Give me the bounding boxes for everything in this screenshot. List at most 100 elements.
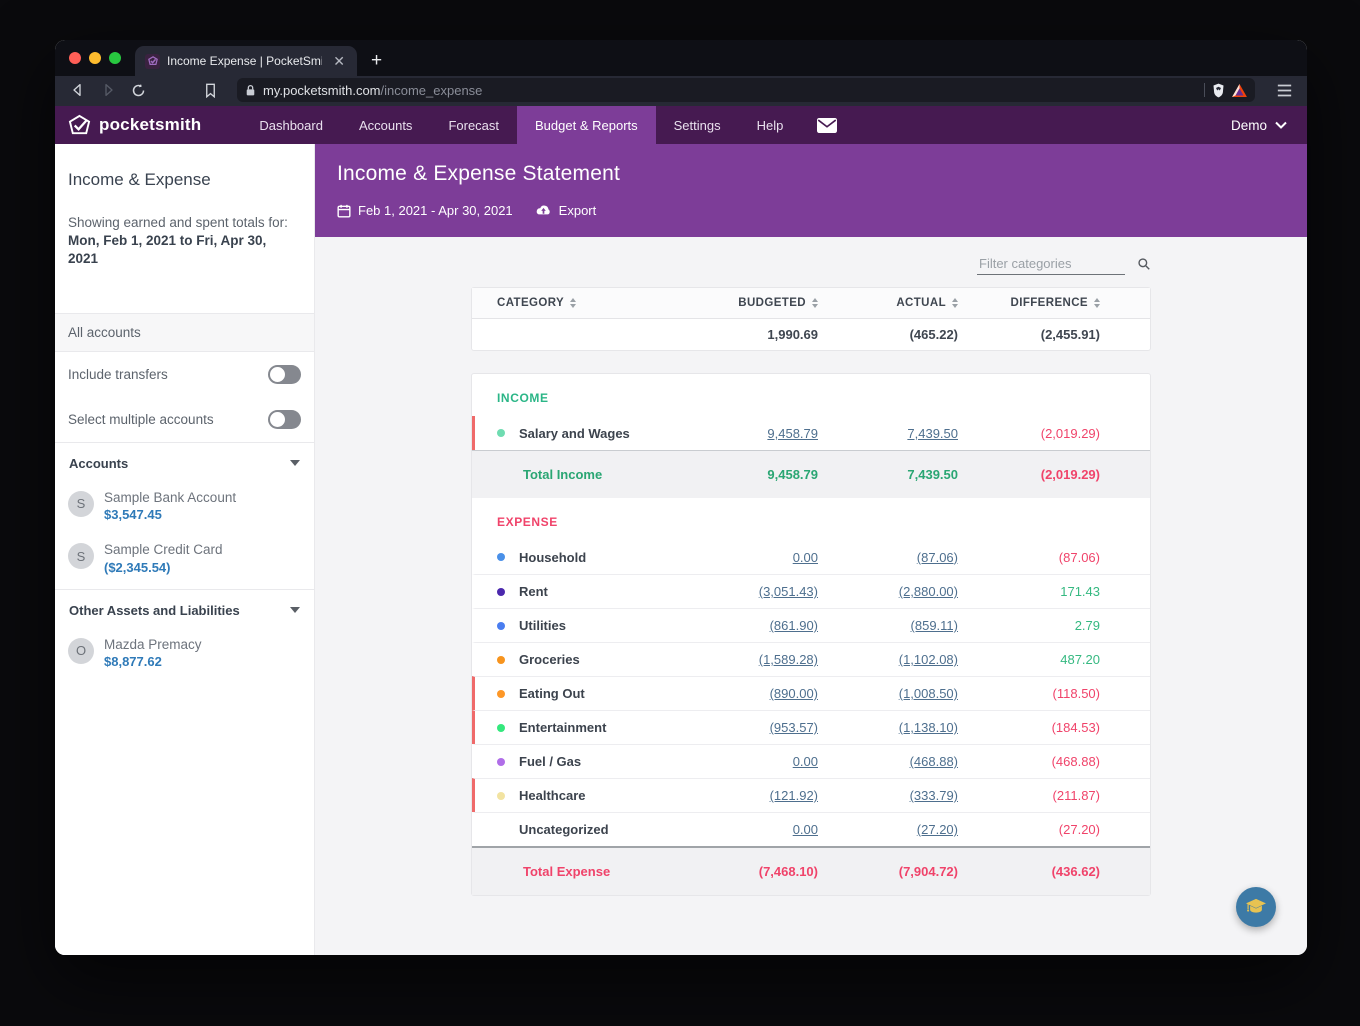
- category-row[interactable]: Rent (3,051.43) (2,880.00) 171.43: [472, 574, 1150, 608]
- close-window-button[interactable]: [69, 52, 81, 64]
- learn-fab-button[interactable]: [1236, 887, 1276, 927]
- budgeted-value-link[interactable]: 0.00: [793, 754, 818, 769]
- category-color-dot: [497, 621, 505, 630]
- category-color-dot: [497, 791, 505, 800]
- reload-icon[interactable]: [125, 79, 151, 101]
- total-expense-budgeted: (7,468.10): [758, 864, 818, 879]
- forward-icon[interactable]: [95, 79, 121, 101]
- budgeted-value-link[interactable]: 0.00: [793, 822, 818, 837]
- mail-icon[interactable]: [801, 106, 853, 144]
- filter-categories-input[interactable]: [977, 253, 1125, 275]
- budgeted-value-link[interactable]: 0.00: [793, 550, 818, 565]
- window-controls[interactable]: [55, 40, 135, 76]
- other-assets-group-header[interactable]: Other Assets and Liabilities: [55, 590, 314, 631]
- budgeted-value-link[interactable]: (3,051.43): [759, 584, 818, 599]
- all-accounts-item[interactable]: All accounts: [55, 312, 314, 352]
- category-name: Groceries: [519, 652, 580, 667]
- actual-value-link[interactable]: (859.11): [911, 618, 958, 633]
- zoom-window-button[interactable]: [109, 52, 121, 64]
- url-bar[interactable]: my.pocketsmith.com/income_expense: [237, 78, 1255, 102]
- sort-difference[interactable]: Difference: [1011, 297, 1100, 309]
- brave-shield-icon[interactable]: [1212, 83, 1225, 98]
- account-balance: $8,877.62: [104, 654, 162, 670]
- sidebar-subtitle: Showing earned and spent totals for:: [68, 215, 288, 230]
- minimize-window-button[interactable]: [89, 52, 101, 64]
- new-tab-button[interactable]: +: [357, 50, 396, 76]
- category-name: Utilities: [519, 618, 566, 633]
- sidebar-date-range: Mon, Feb 1, 2021 to Fri, Apr 30, 2021: [68, 233, 267, 267]
- actual-value-link[interactable]: (1,008.50): [899, 686, 958, 701]
- category-color-dot: [497, 553, 505, 561]
- sidebar-title: Income & Expense: [68, 170, 211, 189]
- nav-item-dashboard[interactable]: Dashboard: [241, 106, 341, 144]
- actual-value-link[interactable]: (468.88): [910, 754, 958, 769]
- actual-value-link[interactable]: 7,439.50: [907, 426, 958, 441]
- accounts-group-header[interactable]: Accounts: [55, 443, 314, 484]
- export-button[interactable]: Export: [535, 203, 596, 218]
- category-color-dot: [497, 429, 505, 437]
- category-row[interactable]: Fuel / Gas 0.00 (468.88) (468.88): [472, 744, 1150, 778]
- nav-item-accounts[interactable]: Accounts: [341, 106, 430, 144]
- actual-value-link[interactable]: (1,138.10): [899, 720, 958, 735]
- bookmark-icon[interactable]: [197, 79, 223, 101]
- sort-budgeted[interactable]: Budgeted: [738, 297, 818, 309]
- select-multiple-accounts-toggle[interactable]: [268, 409, 301, 429]
- total-expense-difference: (436.62): [1051, 864, 1100, 879]
- tab-close-icon[interactable]: ✕: [329, 52, 349, 70]
- account-item-sample-bank[interactable]: S Sample Bank Account $3,547.45: [55, 484, 314, 537]
- account-balance: $3,547.45: [104, 507, 162, 523]
- total-expense-label: Total Expense: [523, 864, 611, 879]
- actual-value-link[interactable]: (333.79): [910, 788, 958, 803]
- difference-value: (184.53): [1051, 720, 1100, 735]
- sort-actual[interactable]: Actual: [896, 297, 958, 309]
- category-row[interactable]: Salary and Wages 9,458.79 7,439.50 (2,01…: [472, 416, 1150, 450]
- category-name: Household: [519, 549, 587, 565]
- budgeted-value-link[interactable]: (1,589.28): [759, 652, 818, 667]
- back-icon[interactable]: [65, 79, 91, 101]
- expense-section-label: EXPENSE: [497, 515, 558, 529]
- user-menu-label: Demo: [1230, 117, 1267, 133]
- browser-tab[interactable]: Income Expense | PocketSmith ✕: [135, 46, 357, 76]
- cloud-export-icon: [536, 205, 550, 215]
- category-row[interactable]: Entertainment (953.57) (1,138.10) (184.5…: [472, 710, 1150, 744]
- table-header-row: Category Budgeted Actual Difference: [472, 288, 1150, 319]
- actual-value-link[interactable]: (2,880.00): [899, 584, 958, 599]
- main-content: Income & Expense Statement Feb 1, 2021 -…: [315, 144, 1307, 955]
- account-item-sample-credit[interactable]: S Sample Credit Card ($2,345.54): [55, 536, 314, 589]
- user-menu[interactable]: Demo: [1231, 106, 1307, 144]
- bat-rewards-icon[interactable]: [1232, 83, 1247, 97]
- nav-item-forecast[interactable]: Forecast: [430, 106, 517, 144]
- total-income-label: Total Income: [523, 467, 603, 482]
- income-section-label: INCOME: [497, 391, 549, 405]
- category-row[interactable]: Uncategorized 0.00 (27.20) (27.20): [472, 812, 1150, 846]
- actual-value-link[interactable]: (1,102.08): [899, 652, 958, 667]
- nav-item-settings[interactable]: Settings: [656, 106, 739, 144]
- browser-menu-icon[interactable]: [1271, 79, 1297, 101]
- budgeted-value-link[interactable]: (890.00): [770, 686, 818, 701]
- budgeted-value-link[interactable]: 9,458.79: [767, 426, 818, 441]
- actual-value-link[interactable]: (27.20): [917, 822, 958, 837]
- category-row[interactable]: Healthcare (121.92) (333.79) (211.87): [472, 778, 1150, 812]
- category-row[interactable]: Eating Out (890.00) (1,008.50) (118.50): [472, 676, 1150, 710]
- budgeted-value-link[interactable]: (953.57): [770, 720, 818, 735]
- pocketsmith-logo[interactable]: pocketsmith: [55, 106, 215, 144]
- search-icon[interactable]: [1137, 257, 1151, 271]
- include-transfers-toggle[interactable]: [268, 364, 301, 384]
- summary-difference: (2,455.91): [1040, 327, 1100, 342]
- select-multiple-accounts-label: Select multiple accounts: [68, 411, 214, 427]
- budgeted-value-link[interactable]: (861.90): [770, 618, 818, 633]
- category-row[interactable]: Groceries (1,589.28) (1,102.08) 487.20: [472, 642, 1150, 676]
- income-rows: Salary and Wages 9,458.79 7,439.50 (2,01…: [472, 416, 1150, 450]
- nav-item-help[interactable]: Help: [739, 106, 802, 144]
- actual-value-link[interactable]: (87.06): [917, 550, 958, 565]
- category-row[interactable]: Utilities (861.90) (859.11) 2.79: [472, 608, 1150, 642]
- nav-item-budget-reports[interactable]: Budget & Reports: [517, 106, 656, 144]
- budgeted-value-link[interactable]: (121.92): [770, 788, 818, 803]
- date-range-picker[interactable]: Feb 1, 2021 - Apr 30, 2021: [337, 203, 513, 218]
- category-row[interactable]: Household 0.00 (87.06) (87.06): [472, 540, 1150, 574]
- account-item-mazda[interactable]: O Mazda Premacy $8,877.62: [55, 631, 314, 684]
- category-color-dot: [497, 757, 505, 766]
- total-income-difference: (2,019.29): [1040, 467, 1100, 482]
- sort-category[interactable]: Category: [497, 297, 577, 309]
- difference-value: (118.50): [1052, 686, 1100, 701]
